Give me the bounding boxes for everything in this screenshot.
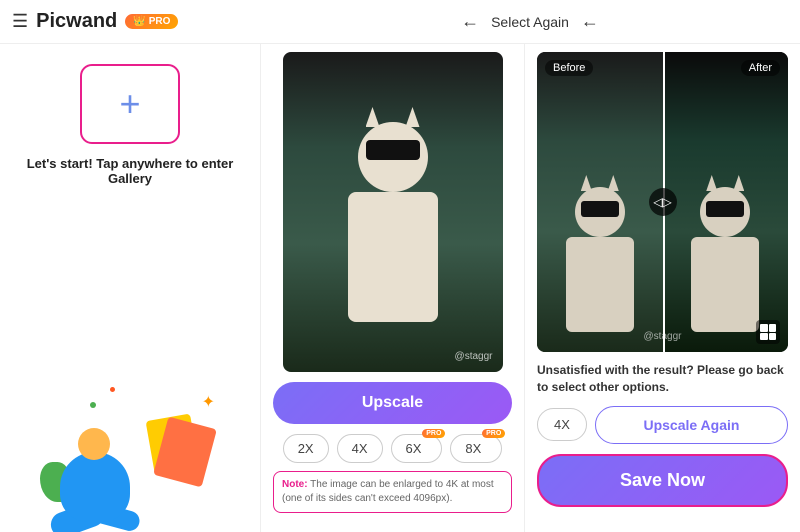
note-label: Note: bbox=[282, 479, 308, 490]
comp-ear-left-after bbox=[706, 175, 717, 191]
comp-body-before bbox=[566, 237, 634, 332]
grid-cell-3 bbox=[760, 333, 768, 341]
watermark-original: @staggr bbox=[455, 351, 493, 362]
illustration: ✦ bbox=[0, 332, 260, 532]
forward-button[interactable]: ← bbox=[581, 11, 599, 32]
pro-tag-8x: PRO bbox=[482, 429, 505, 438]
middle-panel: @staggr Upscale 2X 4X 6X PRO 8X PRO Note… bbox=[260, 44, 525, 532]
pro-badge: 👑 PRO bbox=[125, 14, 178, 29]
star-decoration: ✦ bbox=[202, 392, 215, 412]
scale-4x-button[interactable]: 4X bbox=[337, 434, 383, 463]
before-label: Before bbox=[545, 60, 593, 76]
unsatisfied-text: Unsatisfied with the result? Please go b… bbox=[537, 362, 788, 396]
divider-handle[interactable]: ◁▷ bbox=[649, 188, 677, 216]
figure-body bbox=[348, 192, 438, 322]
grid-icon[interactable] bbox=[756, 320, 780, 344]
result-scale-4x-button[interactable]: 4X bbox=[537, 408, 587, 441]
add-photo-button[interactable]: + bbox=[80, 64, 180, 144]
scale-2x-button[interactable]: 2X bbox=[283, 434, 329, 463]
left-panel: + Let's start! Tap anywhere to enter Gal… bbox=[0, 44, 260, 532]
save-now-button[interactable]: Save Now bbox=[537, 454, 788, 507]
figure-ear-left bbox=[366, 107, 380, 127]
person-head bbox=[78, 428, 110, 460]
upscale-again-button[interactable]: Upscale Again bbox=[595, 406, 788, 444]
scale-8x-button[interactable]: 8X PRO bbox=[450, 434, 502, 463]
watermark-comparison: @staggr bbox=[644, 331, 682, 342]
scale-6x-button[interactable]: 6X PRO bbox=[391, 434, 443, 463]
comp-body-after bbox=[691, 237, 759, 332]
figure-ear-right bbox=[406, 107, 420, 127]
grid-cell-1 bbox=[760, 324, 768, 332]
crown-icon: 👑 bbox=[133, 16, 145, 27]
figure-original bbox=[333, 122, 453, 342]
comp-mask-before bbox=[581, 201, 619, 217]
figure-head bbox=[358, 122, 428, 192]
header-middle: ← Select Again ← bbox=[272, 11, 788, 32]
menu-icon[interactable]: ☰ bbox=[12, 11, 28, 32]
back-button[interactable]: ← bbox=[461, 11, 479, 32]
plus-icon: + bbox=[119, 83, 140, 125]
dot-green bbox=[90, 402, 96, 408]
dot-orange bbox=[110, 387, 115, 392]
note-text: Note: The image can be enlarged to 4K at… bbox=[273, 471, 512, 513]
select-again-button[interactable]: Select Again bbox=[491, 14, 569, 30]
original-image: @staggr bbox=[283, 52, 503, 372]
comp-ear-right-after bbox=[733, 175, 744, 191]
note-content: The image can be enlarged to 4K at most … bbox=[282, 479, 494, 504]
figure-mask bbox=[366, 140, 420, 160]
before-side bbox=[537, 52, 663, 352]
grid-cell-4 bbox=[769, 333, 777, 341]
comparison-image: ◁▷ Before After @staggr bbox=[537, 52, 788, 352]
comp-mask-after bbox=[706, 201, 744, 217]
after-label: After bbox=[741, 60, 780, 76]
main-content: + Let's start! Tap anywhere to enter Gal… bbox=[0, 44, 800, 532]
comp-figure-head-after bbox=[700, 187, 750, 237]
logo: Picwand bbox=[36, 10, 117, 33]
scale-options: 2X 4X 6X PRO 8X PRO bbox=[283, 434, 503, 463]
after-side bbox=[663, 52, 789, 352]
comp-ear-right-before bbox=[608, 175, 619, 191]
grid-cell-2 bbox=[769, 324, 777, 332]
pro-tag-6x: PRO bbox=[422, 429, 445, 438]
right-panel: ◁▷ Before After @staggr Unsatisfied with… bbox=[525, 44, 800, 532]
comp-ear-left-before bbox=[581, 175, 592, 191]
upscale-button[interactable]: Upscale bbox=[273, 382, 512, 424]
header: ☰ Picwand 👑 PRO ← Select Again ← bbox=[0, 0, 800, 44]
header-left: ☰ Picwand 👑 PRO bbox=[12, 10, 272, 33]
action-row: 4X Upscale Again bbox=[537, 406, 788, 444]
gallery-prompt: Let's start! Tap anywhere to enter Galle… bbox=[20, 156, 240, 186]
person-body bbox=[60, 452, 130, 522]
comp-figure-head-before bbox=[575, 187, 625, 237]
